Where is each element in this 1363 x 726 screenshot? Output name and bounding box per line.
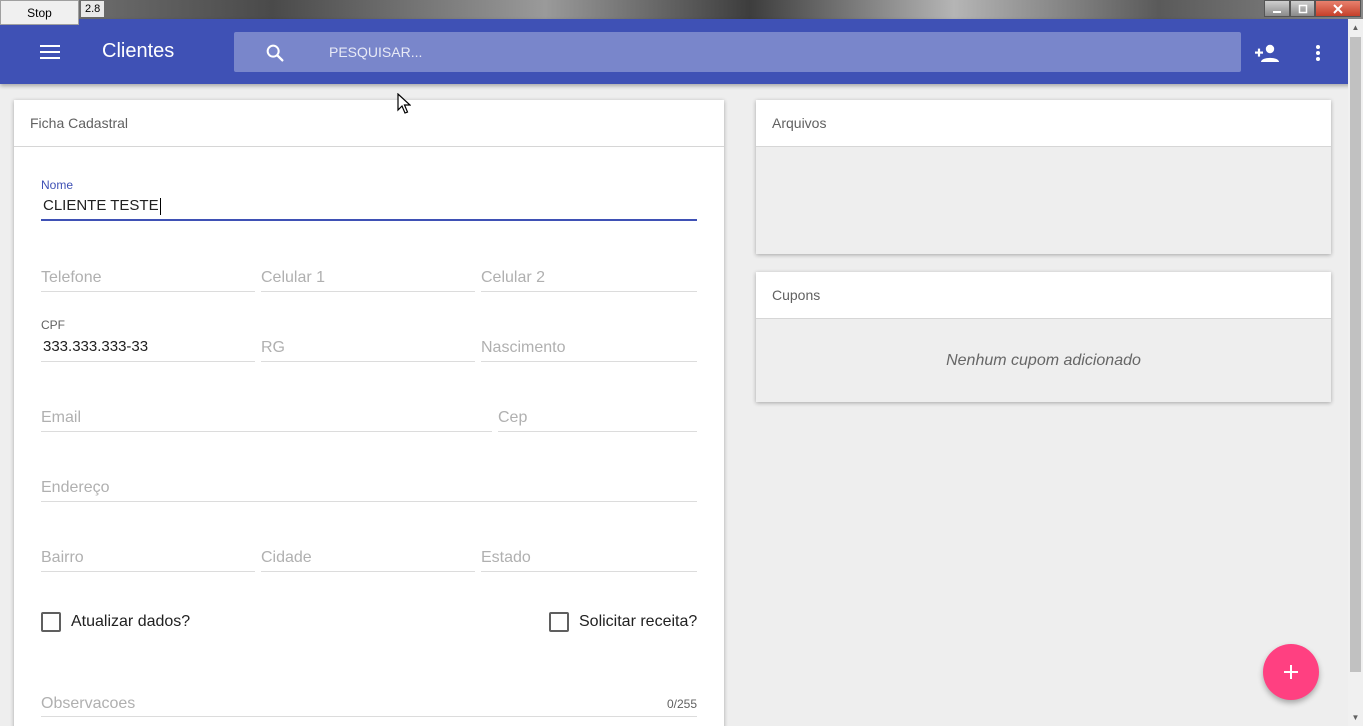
arquivos-card: Arquivos — [756, 100, 1331, 254]
cep-placeholder: Cep — [498, 409, 528, 426]
maximize-button[interactable] — [1290, 0, 1315, 17]
telefone-underline — [41, 291, 255, 292]
email-placeholder: Email — [41, 409, 82, 426]
cupons-empty-text: Nenhum cupom adicionado — [946, 351, 1141, 369]
search-input[interactable] — [329, 32, 1209, 72]
menu-icon — [40, 45, 60, 59]
solicitar-label: Solicitar receita? — [579, 613, 698, 630]
atualizar-checkbox-box[interactable] — [41, 612, 61, 632]
add-icon — [1284, 665, 1298, 679]
bairro-field[interactable]: Bairro — [41, 549, 255, 572]
endereco-underline — [41, 501, 697, 502]
cep-field[interactable]: Cep — [498, 409, 697, 432]
nome-label: Nome — [41, 178, 74, 192]
celular2-underline — [481, 291, 697, 292]
endereco-placeholder: Endereço — [41, 479, 110, 496]
estado-underline — [481, 571, 697, 572]
search-icon — [266, 44, 284, 62]
celular1-underline — [261, 291, 475, 292]
scroll-down-arrow[interactable]: ▼ — [1351, 714, 1360, 722]
atualizar-dados-checkbox[interactable]: Atualizar dados? — [41, 612, 190, 632]
cidade-field[interactable]: Cidade — [261, 549, 475, 572]
arquivos-header: Arquivos — [756, 100, 1331, 147]
more-vert-icon — [1316, 45, 1320, 61]
bairro-placeholder: Bairro — [41, 549, 84, 566]
cpf-label: CPF — [41, 318, 65, 332]
atualizar-label: Atualizar dados? — [71, 613, 191, 630]
close-button[interactable] — [1315, 0, 1361, 17]
rg-underline — [261, 361, 475, 362]
observacoes-counter: 0/255 — [666, 697, 697, 711]
cpf-underline — [41, 361, 255, 362]
telefone-field[interactable]: Telefone — [41, 269, 255, 292]
celular1-placeholder: Celular 1 — [261, 269, 326, 286]
cidade-placeholder: Cidade — [261, 549, 312, 566]
email-underline — [41, 431, 492, 432]
app-bar: Clientes — [0, 19, 1363, 84]
cupons-header: Cupons — [756, 272, 1331, 319]
nascimento-placeholder: Nascimento — [481, 339, 566, 356]
nome-field[interactable]: Nome CLIENTE TESTE — [41, 178, 697, 221]
celular2-placeholder: Celular 2 — [481, 269, 546, 286]
nascimento-field[interactable]: Nascimento — [481, 339, 697, 362]
nascimento-underline — [481, 361, 697, 362]
cidade-underline — [261, 571, 475, 572]
version-label: 2.8 — [81, 1, 105, 17]
window-controls — [1264, 0, 1361, 17]
cupons-body: Nenhum cupom adicionado — [756, 319, 1331, 402]
minimize-icon — [1273, 10, 1281, 13]
window-titlebar — [0, 0, 1363, 19]
rg-field[interactable]: RG — [261, 339, 475, 362]
estado-field[interactable]: Estado — [481, 549, 697, 572]
cupons-card: Cupons Nenhum cupom adicionado — [756, 272, 1331, 402]
mouse-cursor-icon — [397, 93, 411, 114]
ficha-header: Ficha Cadastral — [14, 100, 724, 147]
observacoes-underline — [41, 716, 697, 717]
restore-icon — [1298, 4, 1307, 13]
nome-value: CLIENTE TESTE — [43, 197, 159, 214]
close-icon — [1333, 3, 1343, 14]
page-scrollbar[interactable]: ▲ ▼ — [1348, 19, 1363, 726]
nome-value-wrap: CLIENTE TESTE — [43, 197, 161, 215]
endereco-field[interactable]: Endereço — [41, 479, 697, 502]
email-field[interactable]: Email — [41, 409, 492, 432]
estado-placeholder: Estado — [481, 549, 531, 566]
celular1-field[interactable]: Celular 1 — [261, 269, 475, 292]
arquivos-body — [756, 147, 1331, 254]
page-title: Clientes — [102, 40, 175, 62]
add-fab-button[interactable] — [1263, 644, 1319, 700]
cep-underline — [498, 431, 697, 432]
text-caret — [159, 197, 161, 215]
observacoes-field[interactable]: Observacoes — [41, 695, 697, 717]
menu-button[interactable] — [34, 39, 66, 65]
ficha-cadastral-card: Ficha Cadastral Nome CLIENTE TESTE Telef… — [14, 100, 724, 726]
add-user-button[interactable] — [1253, 39, 1281, 67]
solicitar-receita-checkbox[interactable]: Solicitar receita? — [549, 612, 697, 632]
observacoes-placeholder: Observacoes — [41, 695, 136, 712]
search-bar[interactable] — [234, 32, 1241, 72]
minimize-button[interactable] — [1264, 0, 1290, 17]
cpf-field[interactable]: CPF 333.333.333-33 — [41, 318, 255, 362]
celular2-field[interactable]: Celular 2 — [481, 269, 697, 292]
nome-underline — [41, 219, 697, 221]
telefone-placeholder: Telefone — [41, 269, 102, 286]
cpf-value: 333.333.333-33 — [43, 338, 149, 355]
more-options-button[interactable] — [1306, 39, 1330, 67]
scroll-up-arrow[interactable]: ▲ — [1351, 24, 1360, 32]
stop-button[interactable]: Stop — [0, 0, 79, 25]
bairro-underline — [41, 571, 255, 572]
rg-placeholder: RG — [261, 339, 285, 356]
person-add-icon — [1255, 44, 1279, 62]
solicitar-checkbox-box[interactable] — [549, 612, 569, 632]
scroll-thumb[interactable] — [1350, 37, 1361, 672]
